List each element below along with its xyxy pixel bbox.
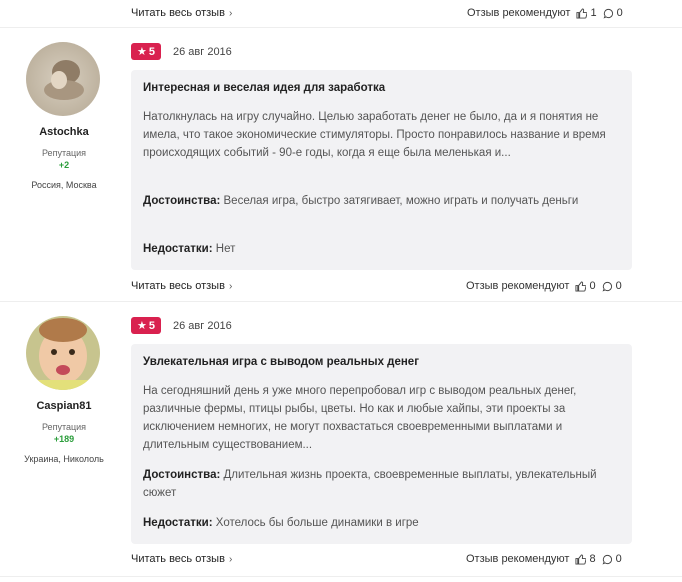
avatar[interactable]: [26, 316, 100, 390]
review-recommend-bar: Отзыв рекомендуют 1 0: [467, 7, 623, 19]
review-cons: Недостатки: Нет: [143, 240, 621, 258]
review-item: Astochka Репутация +2 Россия, Москва ★ 5…: [0, 28, 682, 302]
review-pros: Достоинства: Длительная жизнь проекта, с…: [143, 466, 621, 502]
review-title[interactable]: Увлекательная игра с выводом реальных де…: [143, 356, 419, 368]
star-icon: ★: [137, 46, 147, 58]
comment-count: 0: [616, 7, 623, 19]
like-count: 0: [589, 280, 596, 292]
read-full-review-link[interactable]: Читать весь отзыв ›: [131, 280, 232, 292]
review-rating: ★ 5 26 авг 2016: [131, 317, 232, 334]
avatar[interactable]: [26, 42, 100, 116]
like-count: 1: [590, 7, 597, 19]
pros-text: Веселая игра, быстро затягивает, можно и…: [223, 195, 579, 207]
pros-label: Достоинства:: [143, 469, 221, 481]
review-author: Caspian81 Репутация +189 Украина, Николо…: [0, 316, 128, 464]
cons-label: Недостатки:: [143, 243, 213, 255]
review-rating: ★ 5 26 авг 2016: [131, 43, 232, 60]
cons-text: Хотелось бы больше динамики в игре: [215, 517, 419, 529]
comment-icon: [603, 8, 613, 18]
rating-badge: ★ 5: [131, 43, 161, 60]
review-pros: Достоинства: Веселая игра, быстро затяги…: [143, 192, 621, 210]
review-author: Astochka Репутация +2 Россия, Москва: [0, 42, 128, 190]
rating-value: 5: [148, 319, 155, 332]
thumbs-up-icon: [575, 553, 587, 565]
review-date: 26 авг 2016: [173, 319, 232, 332]
previous-review-footer: Читать весь отзыв › Отзыв рекомендуют 1 …: [0, 0, 682, 26]
review-card: Интересная и веселая идея для заработка …: [131, 70, 632, 270]
comment-button[interactable]: 0: [602, 553, 622, 565]
read-full-review-label: Читать весь отзыв: [131, 7, 225, 19]
like-button[interactable]: 1: [576, 7, 597, 19]
comment-count: 0: [615, 280, 622, 292]
review-cons: Недостатки: Хотелось бы больше динамики …: [143, 514, 621, 532]
user-location: Россия, Москва: [31, 180, 97, 190]
username[interactable]: Astochka: [0, 126, 128, 138]
review-recommend-bar: Отзыв рекомендуют 8 0: [466, 553, 622, 565]
comment-button[interactable]: 0: [602, 280, 622, 292]
reputation-value: +189: [53, 434, 75, 444]
user-location: Украина, Никололь: [24, 454, 104, 464]
like-button[interactable]: 8: [575, 553, 596, 565]
review-recommend-bar: Отзыв рекомендуют 0 0: [466, 280, 622, 292]
thumbs-up-icon: [576, 7, 588, 19]
reputation-label: Репутация: [41, 422, 87, 432]
recommend-label: Отзыв рекомендуют: [466, 280, 570, 292]
pros-label: Достоинства:: [143, 195, 221, 207]
review-item: Caspian81 Репутация +189 Украина, Николо…: [0, 302, 682, 582]
like-button[interactable]: 0: [575, 280, 596, 292]
like-count: 8: [589, 553, 596, 565]
thumbs-up-icon: [575, 280, 587, 292]
avatar-image: [26, 42, 100, 116]
avatar-image: [26, 316, 100, 390]
star-icon: ★: [137, 320, 147, 332]
review-date: 26 авг 2016: [173, 45, 232, 58]
reputation-label: Репутация: [41, 148, 87, 158]
comment-icon: [602, 281, 612, 291]
comment-button[interactable]: 0: [603, 7, 623, 19]
reputation-value: +2: [58, 160, 70, 170]
cons-text: Нет: [215, 243, 236, 255]
chevron-right-icon: ›: [228, 553, 233, 565]
read-full-review-link[interactable]: Читать весь отзыв ›: [131, 553, 232, 565]
comment-count: 0: [615, 553, 622, 565]
read-full-review-link[interactable]: Читать весь отзыв ›: [131, 7, 232, 19]
review-card: Увлекательная игра с выводом реальных де…: [131, 344, 632, 544]
divider: [0, 576, 682, 577]
chevron-right-icon: ›: [228, 7, 233, 19]
username[interactable]: Caspian81: [0, 400, 128, 412]
review-excerpt: Натолкнулась на игру случайно. Целью зар…: [143, 111, 606, 159]
comment-icon: [602, 554, 612, 564]
review-title[interactable]: Интересная и веселая идея для заработка: [143, 82, 385, 94]
read-full-review-label: Читать весь отзыв: [131, 280, 225, 292]
chevron-right-icon: ›: [228, 280, 233, 292]
recommend-label: Отзыв рекомендуют: [467, 7, 571, 19]
cons-label: Недостатки:: [143, 517, 213, 529]
recommend-label: Отзыв рекомендуют: [466, 553, 570, 565]
read-full-review-label: Читать весь отзыв: [131, 553, 225, 565]
review-excerpt: На сегодняшний день я уже много перепроб…: [143, 385, 577, 451]
rating-value: 5: [148, 45, 155, 58]
rating-badge: ★ 5: [131, 317, 161, 334]
